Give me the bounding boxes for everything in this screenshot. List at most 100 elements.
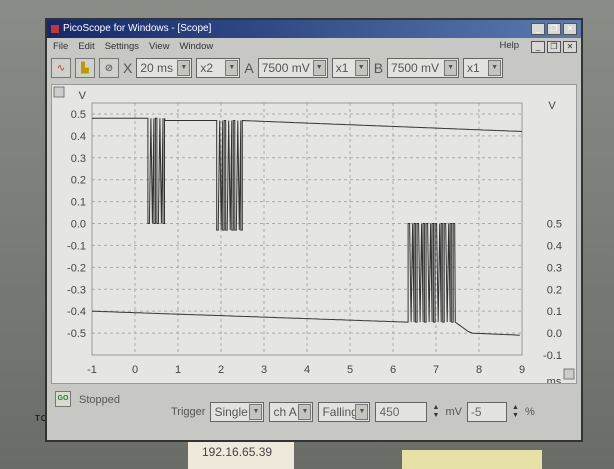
timebase-select[interactable]: 20 ms ▼: [136, 58, 193, 78]
left-tick-label: 0.1: [71, 197, 86, 209]
scope-icon: ∿: [56, 62, 66, 74]
b-range-value: 7500 mV: [391, 61, 440, 75]
chevron-down-icon: ▼: [177, 60, 191, 76]
left-tick-label: -0.5: [67, 328, 86, 340]
meter-icon: ⊘: [104, 62, 114, 74]
level-unit: mV: [445, 406, 462, 418]
chevron-down-icon: ▼: [249, 404, 263, 420]
right-tick-label: -0.1: [543, 350, 562, 362]
doc-restore-button[interactable]: ❐: [547, 41, 561, 53]
chevron-down-icon: ▼: [444, 60, 458, 76]
timebase-value: 20 ms: [140, 61, 174, 75]
b-mult-value: x1: [467, 61, 480, 75]
menu-settings[interactable]: Settings: [105, 41, 139, 52]
menu-view[interactable]: View: [149, 41, 169, 52]
picoscope-window: PicoScope for Windows - [Scope] _ ❐ ✕ File…: [45, 18, 583, 442]
x-tick-label: 4: [304, 364, 310, 376]
a-mult-value: x1: [335, 61, 349, 75]
x-tick-label: 6: [390, 364, 396, 376]
x-tick-label: 1: [175, 364, 181, 376]
scope-chart: -1 0 1 2 3 4 5 6 7 8 9 0.5 0.4 0.3 0.2 0.1 0.0 -0.1 -0.2 -0…: [53, 86, 575, 388]
left-tick-label: 0.4: [71, 131, 86, 143]
x-tick-label: 5: [347, 364, 353, 376]
chevron-down-icon: ▼: [354, 60, 368, 76]
left-tick-label: 0.3: [71, 153, 86, 165]
trigger-mode-value: Single: [214, 405, 248, 419]
a-range-value: 7500 mV: [261, 61, 310, 75]
trigger-channel-value: ch A: [273, 405, 297, 419]
doc-minimize-button[interactable]: _: [531, 41, 545, 53]
toolbar: ∿ ▙ ⊘ X 20 ms ▼ x2 ▼ A 7500 mV ▼ x1 ▼ B 7500…: [47, 55, 581, 81]
chevron-down-icon: ▼: [298, 404, 312, 420]
channel-b-range-select[interactable]: 7500 mV ▼: [387, 58, 460, 78]
monitor-bezel: TOSHIBA 192.16.65.39 PicoScope for Windo…: [0, 0, 614, 469]
left-tick-label: -0.2: [67, 262, 86, 274]
menu-bar: File Edit Settings View Window Help _ ❐ ✕: [47, 38, 581, 55]
right-tick-label: 0.2: [547, 284, 562, 296]
channel-b-mult-select[interactable]: x1 ▼: [463, 58, 504, 78]
left-tick-label: 0.0: [71, 219, 86, 231]
a-label: A: [244, 60, 254, 76]
left-tick-label: -0.4: [67, 306, 86, 318]
x-unit-label: ms: [547, 376, 562, 383]
left-tick-label: -0.1: [67, 240, 86, 252]
trigger-delay-input[interactable]: -5: [466, 402, 507, 422]
scope-plot[interactable]: -1 0 1 2 3 4 5 6 7 8 9 0.5 0.4 0.3 0.2 0.1 0.0 -0.1 -0.2 -0…: [51, 84, 577, 388]
channel-a-mult-select[interactable]: x1 ▼: [331, 58, 370, 78]
scroll-up-button[interactable]: [53, 86, 65, 98]
chevron-down-icon: ▼: [225, 60, 239, 76]
delay-spinner[interactable]: ▲ ▼: [512, 404, 520, 420]
level-spinner[interactable]: ▲ ▼: [432, 404, 440, 420]
scope-mode-button[interactable]: ∿: [51, 58, 71, 78]
menu-help[interactable]: Help: [499, 40, 519, 51]
right-tick-label: 0.3: [547, 262, 562, 274]
right-tick-label: 0.1: [547, 306, 562, 318]
trace-ch-b: [91, 223, 520, 336]
menu-file[interactable]: File: [53, 41, 68, 52]
x-multiplier-select[interactable]: x2 ▼: [196, 58, 241, 78]
right-tick-label: 0.0: [547, 328, 562, 340]
restore-button[interactable]: ❐: [547, 23, 561, 35]
right-tick-label: 0.4: [547, 240, 562, 252]
close-button[interactable]: ✕: [563, 23, 577, 35]
x-tick-label: 0: [132, 364, 138, 376]
chevron-down-icon: ▼: [312, 60, 326, 76]
scroll-right-button[interactable]: [563, 368, 575, 380]
x-tick-label: 7: [433, 364, 439, 376]
menu-edit[interactable]: Edit: [78, 41, 94, 52]
delay-unit: %: [524, 406, 535, 418]
right-tick-label: 0.5: [547, 219, 562, 231]
doc-close-button[interactable]: ✕: [563, 41, 577, 53]
left-unit-label: V: [79, 90, 87, 102]
go-button[interactable]: GO: [55, 391, 71, 407]
b-label: B: [373, 60, 384, 76]
left-tick-label: 0.2: [71, 175, 86, 187]
trigger-mode-select[interactable]: Single ▼: [210, 402, 265, 422]
chevron-down-icon: ▼: [488, 60, 502, 76]
x-tick-label: -1: [87, 364, 97, 376]
trigger-level-input[interactable]: 450: [375, 402, 428, 422]
left-tick-label: -0.3: [67, 284, 86, 296]
x-tick-label: 9: [519, 364, 525, 376]
title-bar: PicoScope for Windows - [Scope] _ ❐ ✕: [47, 20, 581, 38]
x-tick-label: 2: [218, 364, 224, 376]
menu-window[interactable]: Window: [179, 41, 213, 52]
trigger-label: Trigger: [171, 406, 206, 418]
spectrum-mode-button[interactable]: ▙: [75, 58, 95, 78]
x-tick-label: 8: [476, 364, 482, 376]
left-tick-label: 0.5: [71, 109, 86, 121]
trigger-channel-select[interactable]: ch A ▼: [269, 402, 314, 422]
status-bar: GO Stopped Trigger Single ▼ ch A ▼ Falling…: [51, 388, 577, 436]
app-icon: [51, 25, 59, 33]
chevron-down-icon: ▼: [355, 404, 369, 420]
minimize-button[interactable]: _: [531, 23, 545, 35]
right-unit-label: V: [548, 100, 556, 112]
channel-a-range-select[interactable]: 7500 mV ▼: [257, 58, 328, 78]
meter-mode-button[interactable]: ⊘: [99, 58, 119, 78]
x-label: X: [123, 60, 133, 76]
x-tick-label: 3: [261, 364, 267, 376]
trigger-edge-select[interactable]: Falling ▼: [318, 402, 371, 422]
run-state: Stopped: [79, 394, 120, 406]
spectrum-icon: ▙: [81, 62, 89, 74]
window-title: PicoScope for Windows - [Scope]: [63, 23, 212, 34]
